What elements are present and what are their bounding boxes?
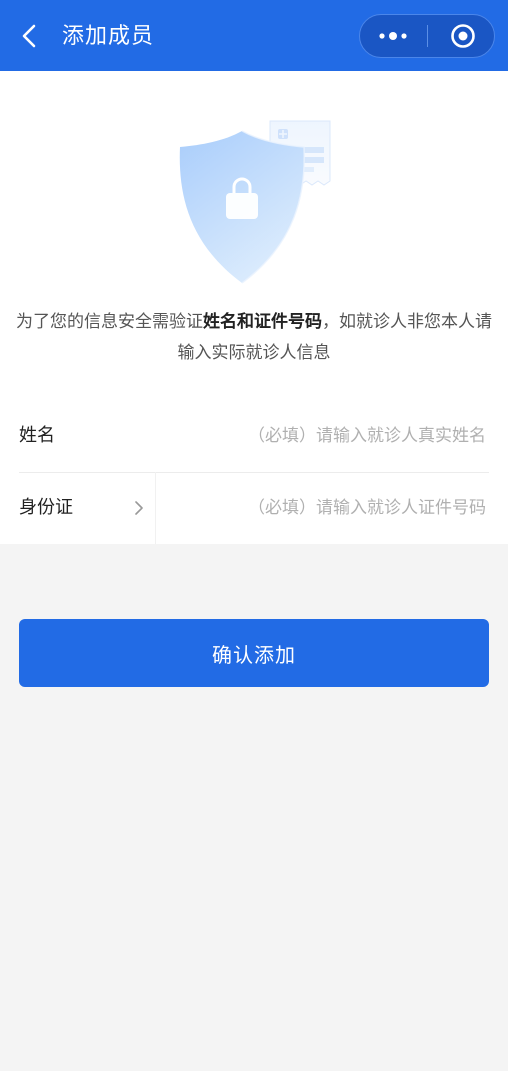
mini-program-capsule (359, 14, 495, 58)
member-form-section: 为了您的信息安全需验证姓名和证件号码，如就诊人非您本人请输入实际就诊人信息 姓名… (0, 71, 508, 544)
back-button[interactable] (14, 20, 46, 52)
notice-highlight: 姓名和证件号码 (203, 312, 322, 332)
name-row: 姓名 (19, 400, 489, 473)
chevron-left-icon (22, 24, 36, 48)
name-input[interactable] (206, 420, 486, 452)
id-card-row: 身份证 (19, 472, 489, 544)
id-card-label: 身份证 (19, 497, 73, 518)
notice-prefix: 为了您的信息安全需验证 (16, 312, 203, 332)
id-card-input[interactable] (206, 492, 486, 524)
security-notice: 为了您的信息安全需验证姓名和证件号码，如就诊人非您本人请输入实际就诊人信息 (10, 307, 498, 369)
confirm-add-button[interactable]: 确认添加 (19, 619, 489, 687)
name-label: 姓名 (19, 425, 55, 446)
page-title: 添加成员 (62, 24, 155, 49)
target-circle-icon (451, 24, 475, 48)
more-dots-icon (379, 32, 407, 40)
id-type-divider (155, 472, 156, 544)
more-button[interactable] (360, 15, 428, 57)
navigation-bar: 添加成员 (0, 0, 508, 71)
close-miniprogram-button[interactable] (428, 15, 494, 57)
chevron-right-icon[interactable] (133, 500, 145, 516)
shield-lock-icon (179, 120, 331, 284)
